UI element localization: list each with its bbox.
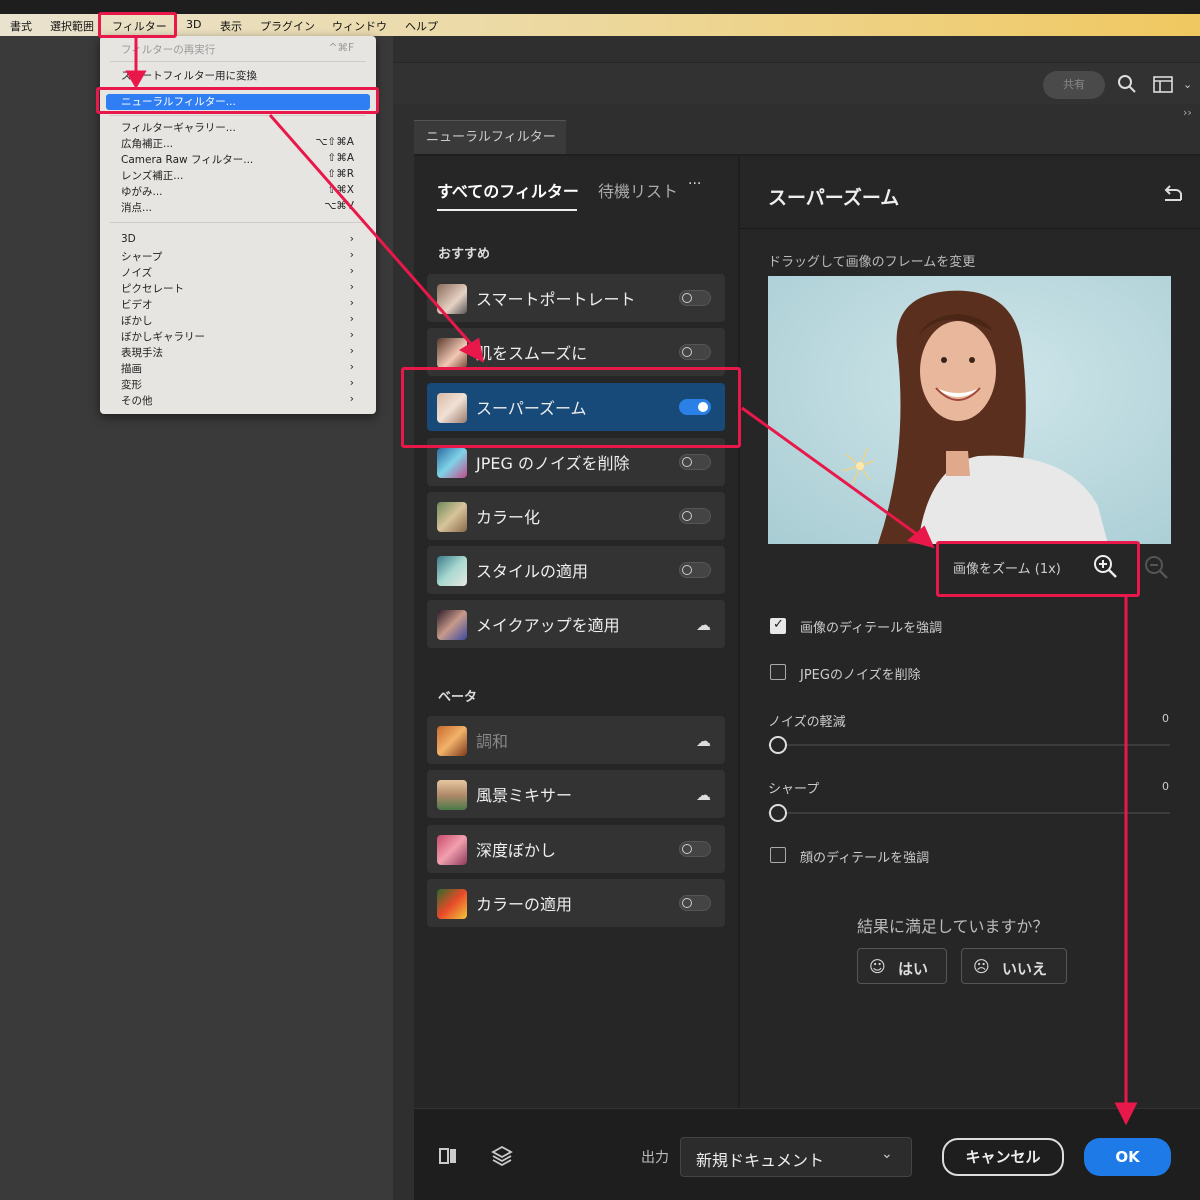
annotation-arrows [125, 38, 1138, 1126]
